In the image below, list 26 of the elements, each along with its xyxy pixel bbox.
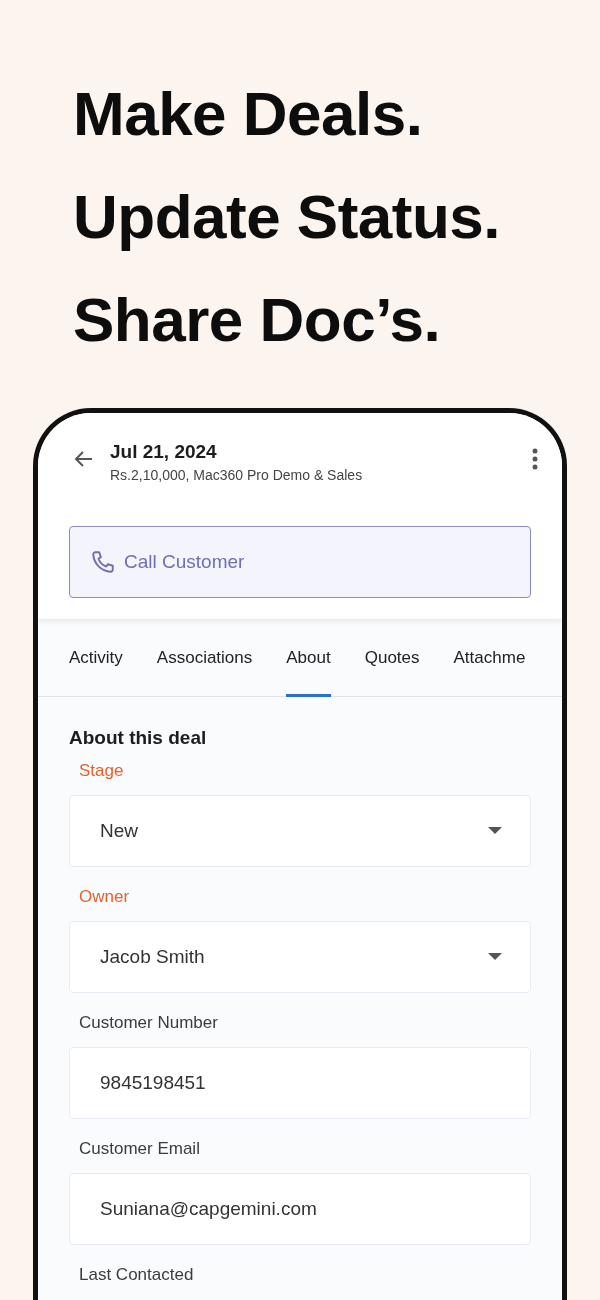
headline: Share Doc’s. [73,284,442,356]
tab[interactable]: Quotes [364,619,420,697]
field-label: Customer Number [78,1013,219,1034]
input-field[interactable]: Suniana@capgemini.com [69,1173,531,1245]
deal-date: Jul 21, 2024 [110,441,218,463]
field-label: Last Contacted [78,1265,195,1286]
more-menu-button[interactable] [532,448,538,470]
section-title: About this deal [69,727,208,749]
dropdown-field[interactable]: Jacob Smith [69,921,531,993]
call-customer-button[interactable]: Call Customer [69,526,531,598]
more-vertical-icon [532,448,538,470]
dropdown-field[interactable]: New [69,795,531,867]
tab[interactable]: About [286,619,331,697]
phone-icon [90,549,116,575]
field-label: Customer Email [78,1139,201,1160]
dropdown-caret-icon [488,953,502,961]
headline: Update Status. [73,181,502,253]
tab[interactable]: Associations [156,619,253,697]
deal-summary: Rs.2,10,000, Mac360 Pro Demo & Sales [110,467,364,483]
dropdown-caret-icon [488,827,502,835]
tab[interactable]: Attachme [453,619,526,697]
tab[interactable]: Activity [69,619,123,697]
field-label: Stage [78,761,125,782]
headline: Make Deals. [73,78,424,150]
input-field[interactable]: 9845198451 [69,1047,531,1119]
field-label: Owner [78,887,131,908]
